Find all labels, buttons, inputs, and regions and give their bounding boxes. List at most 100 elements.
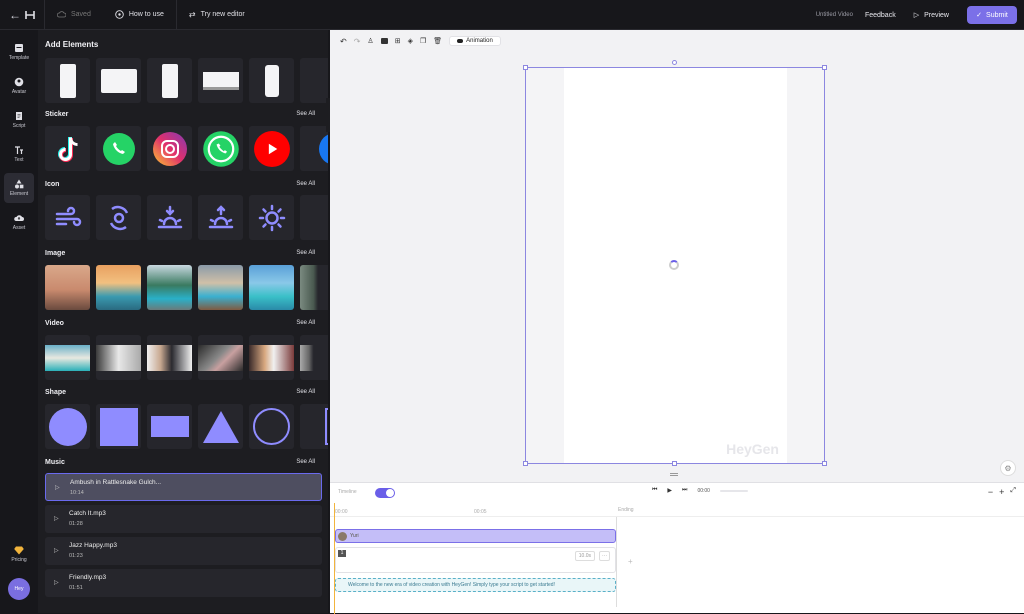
undo-icon[interactable]: ↶	[340, 37, 347, 46]
back-logo-button[interactable]: ←	[0, 8, 44, 22]
music-item[interactable]: ▷ Ambush in Rattlesnake Gulch... 10:14	[45, 473, 322, 501]
device-frame-thumb[interactable]	[198, 58, 243, 103]
triangle-shape[interactable]	[198, 404, 243, 449]
video-title[interactable]: Untitled Video	[816, 12, 853, 18]
nav-item-avatar[interactable]: Avatar	[4, 71, 34, 101]
try-new-editor-button[interactable]: ⇄ Try new editor	[177, 0, 257, 30]
image-thumb-forest[interactable]	[300, 265, 328, 310]
see-all-video[interactable]: See All	[296, 320, 315, 326]
layers-icon[interactable]: ◈	[408, 37, 413, 45]
rect-outline-shape[interactable]	[300, 404, 328, 449]
see-all-music[interactable]: See All	[296, 459, 315, 465]
feedback-button[interactable]: Feedback	[865, 12, 896, 19]
scene-duration[interactable]: 10.0s	[574, 551, 595, 561]
video-thumb[interactable]	[45, 335, 90, 380]
delete-icon[interactable]: 🗑	[433, 37, 442, 45]
timeline-toggle[interactable]	[375, 488, 395, 498]
image-thumb-resort[interactable]	[96, 265, 141, 310]
timeline-ruler[interactable]: 00:00 00:05	[330, 507, 1024, 517]
align-icon[interactable]: ⊞	[395, 37, 401, 45]
rotate-handle[interactable]	[672, 60, 677, 65]
see-all-icon[interactable]: See All	[296, 181, 315, 187]
rectangle-shape[interactable]	[147, 404, 192, 449]
thermometer-icon[interactable]	[300, 195, 328, 240]
submit-button[interactable]: ✓ Submit	[967, 6, 1017, 24]
resize-handle[interactable]	[523, 65, 528, 70]
skip-forward-icon[interactable]: ⏭	[682, 487, 687, 494]
play-icon[interactable]: ▷	[54, 515, 59, 522]
music-item[interactable]: ▷ Jazz Happy.mp3 01:23	[45, 537, 322, 565]
nav-item-script[interactable]: Script	[4, 105, 34, 135]
play-icon[interactable]: ▶	[667, 487, 672, 494]
device-frame-thumb[interactable]	[96, 58, 141, 103]
skip-back-icon[interactable]: ⏮	[652, 487, 657, 494]
video-thumb[interactable]	[249, 335, 294, 380]
music-item[interactable]: ▷ Catch It.mp3 01:28	[45, 505, 322, 533]
add-scene-icon[interactable]: +	[628, 557, 633, 566]
whatsapp-icon[interactable]	[198, 126, 243, 171]
video-thumb[interactable]	[198, 335, 243, 380]
device-frame-thumb[interactable]	[147, 58, 192, 103]
hurricane-icon[interactable]	[96, 195, 141, 240]
preview-button[interactable]: ▷ Preview	[908, 11, 955, 20]
background-icon[interactable]	[380, 38, 388, 44]
user-avatar[interactable]: Hey	[8, 578, 30, 600]
play-icon[interactable]: ▷	[54, 547, 59, 554]
top-bar: ← Saved How to use ⇄ Try new editor Unti…	[0, 0, 1024, 30]
sticker-icon[interactable]	[300, 126, 328, 171]
video-thumb[interactable]	[96, 335, 141, 380]
device-frame-thumb[interactable]	[300, 58, 328, 103]
nav-item-asset[interactable]: Asset	[4, 207, 34, 237]
youtube-icon[interactable]	[249, 126, 294, 171]
sun-icon[interactable]	[249, 195, 294, 240]
tiktok-icon[interactable]	[45, 126, 90, 171]
expand-icon[interactable]: ⤢	[1010, 487, 1016, 497]
nav-item-element[interactable]: Element	[4, 173, 34, 203]
zoom-out-icon[interactable]: −	[988, 487, 993, 497]
circle-shape[interactable]	[45, 404, 90, 449]
progress-track[interactable]	[719, 489, 748, 492]
person-icon[interactable]: ♙	[367, 37, 373, 45]
avatar-track-label: Yuri	[350, 533, 359, 539]
instagram-icon[interactable]	[147, 126, 192, 171]
image-thumb-pool[interactable]	[147, 265, 192, 310]
avatar-track[interactable]: Yuri	[335, 529, 616, 543]
square-shape[interactable]	[96, 404, 141, 449]
circle-outline-shape[interactable]	[249, 404, 294, 449]
pricing-button[interactable]: Pricing	[4, 546, 34, 570]
image-thumb-sunset[interactable]	[45, 265, 90, 310]
nav-item-text[interactable]: Text	[4, 139, 34, 169]
see-all-shape[interactable]: See All	[296, 389, 315, 395]
image-thumb-lounge[interactable]	[198, 265, 243, 310]
resize-divider-handle[interactable]	[670, 473, 678, 476]
resize-handle[interactable]	[523, 461, 528, 466]
wind-icon[interactable]	[45, 195, 90, 240]
duplicate-icon[interactable]: ❐	[420, 37, 426, 45]
zoom-in-icon[interactable]: +	[999, 487, 1004, 497]
animation-button[interactable]: Animation	[449, 36, 501, 46]
play-icon[interactable]: ▷	[55, 484, 60, 491]
see-all-image[interactable]: See All	[296, 250, 315, 256]
how-to-use-button[interactable]: How to use	[103, 0, 176, 30]
device-frame-thumb[interactable]	[45, 58, 90, 103]
resize-handle[interactable]	[672, 461, 677, 466]
resize-handle[interactable]	[822, 65, 827, 70]
sunrise-icon[interactable]	[198, 195, 243, 240]
scene-track[interactable]: 1 10.0s ···	[335, 547, 616, 573]
device-frame-thumb[interactable]	[249, 58, 294, 103]
image-thumb-lagoon[interactable]	[249, 265, 294, 310]
video-thumb[interactable]	[147, 335, 192, 380]
sunset-icon[interactable]	[147, 195, 192, 240]
redo-icon[interactable]: ↷	[354, 37, 361, 46]
video-thumb[interactable]	[300, 335, 328, 380]
play-icon[interactable]: ▷	[54, 579, 59, 586]
more-icon[interactable]: ···	[599, 551, 610, 561]
see-all-sticker[interactable]: See All	[296, 111, 315, 117]
nav-item-template[interactable]: Template	[4, 37, 34, 67]
script-track[interactable]: Welcome to the new era of video creation…	[335, 578, 616, 592]
settings-icon[interactable]: ⚙	[1000, 460, 1016, 476]
resize-handle[interactable]	[822, 461, 827, 466]
whatsapp-icon[interactable]	[96, 126, 141, 171]
how-to-use-label: How to use	[128, 11, 164, 18]
music-item[interactable]: ▷ Friendly.mp3 01:51	[45, 569, 322, 597]
